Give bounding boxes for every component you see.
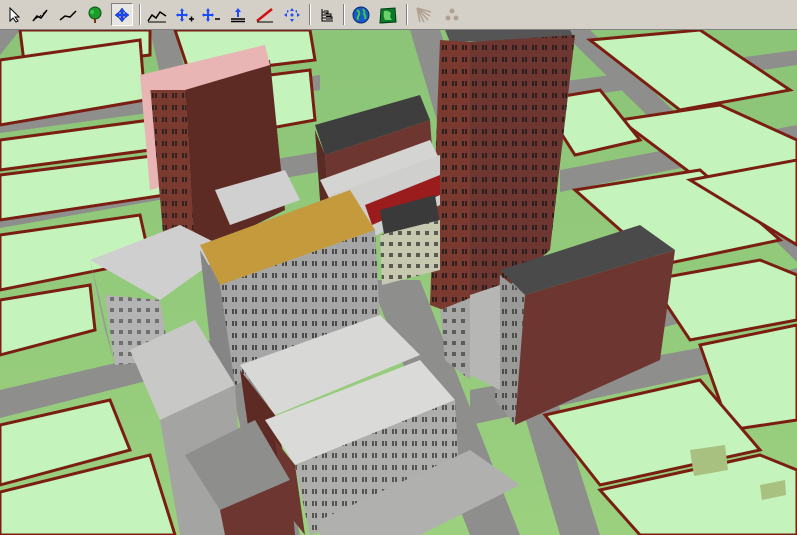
- toolbar-separator: [406, 4, 408, 25]
- zoom-in-icon: [175, 7, 195, 23]
- globe-button[interactable]: [350, 3, 372, 26]
- draw-polygon-button[interactable]: [30, 3, 52, 26]
- zoom-in-button[interactable]: [174, 3, 196, 26]
- points-button[interactable]: [441, 3, 463, 26]
- 3d-viewport[interactable]: [0, 30, 797, 535]
- map-button[interactable]: [377, 3, 399, 26]
- elevation-button[interactable]: [227, 3, 249, 26]
- toolbar-separator: [309, 4, 311, 25]
- elevation-icon: [229, 7, 247, 23]
- zoom-out-icon: [201, 7, 221, 23]
- terrain-profile-button[interactable]: [146, 3, 168, 26]
- draw-line-button[interactable]: [57, 3, 79, 26]
- toolbar-separator: [343, 4, 345, 25]
- sun-rays-icon: [415, 6, 433, 24]
- terrain-profile-icon: [147, 7, 167, 23]
- zoom-out-button[interactable]: [200, 3, 222, 26]
- move-button[interactable]: [111, 3, 133, 26]
- toolbar: [0, 0, 797, 30]
- measure-slope-button[interactable]: [254, 3, 276, 26]
- add-tree-icon: [86, 6, 104, 24]
- pan-arrows-icon: [283, 7, 301, 23]
- toolbar-separator: [139, 4, 141, 25]
- city-scene: [0, 30, 797, 535]
- select-arrow-button[interactable]: [4, 3, 26, 26]
- draw-polygon-icon: [32, 7, 50, 23]
- pan-arrows-button[interactable]: [281, 3, 303, 26]
- globe-icon: [352, 6, 370, 24]
- draw-line-icon: [59, 7, 77, 23]
- add-tree-button[interactable]: [84, 3, 106, 26]
- building-dark-roof-low: [380, 195, 440, 285]
- measure-slope-icon: [255, 7, 275, 23]
- move-icon: [114, 7, 130, 23]
- layers-button[interactable]: [316, 3, 338, 26]
- layers-icon: [319, 7, 335, 23]
- select-arrow-icon: [7, 6, 23, 23]
- points-icon: [443, 6, 461, 24]
- map-icon: [379, 6, 397, 24]
- sun-rays-button[interactable]: [413, 3, 435, 26]
